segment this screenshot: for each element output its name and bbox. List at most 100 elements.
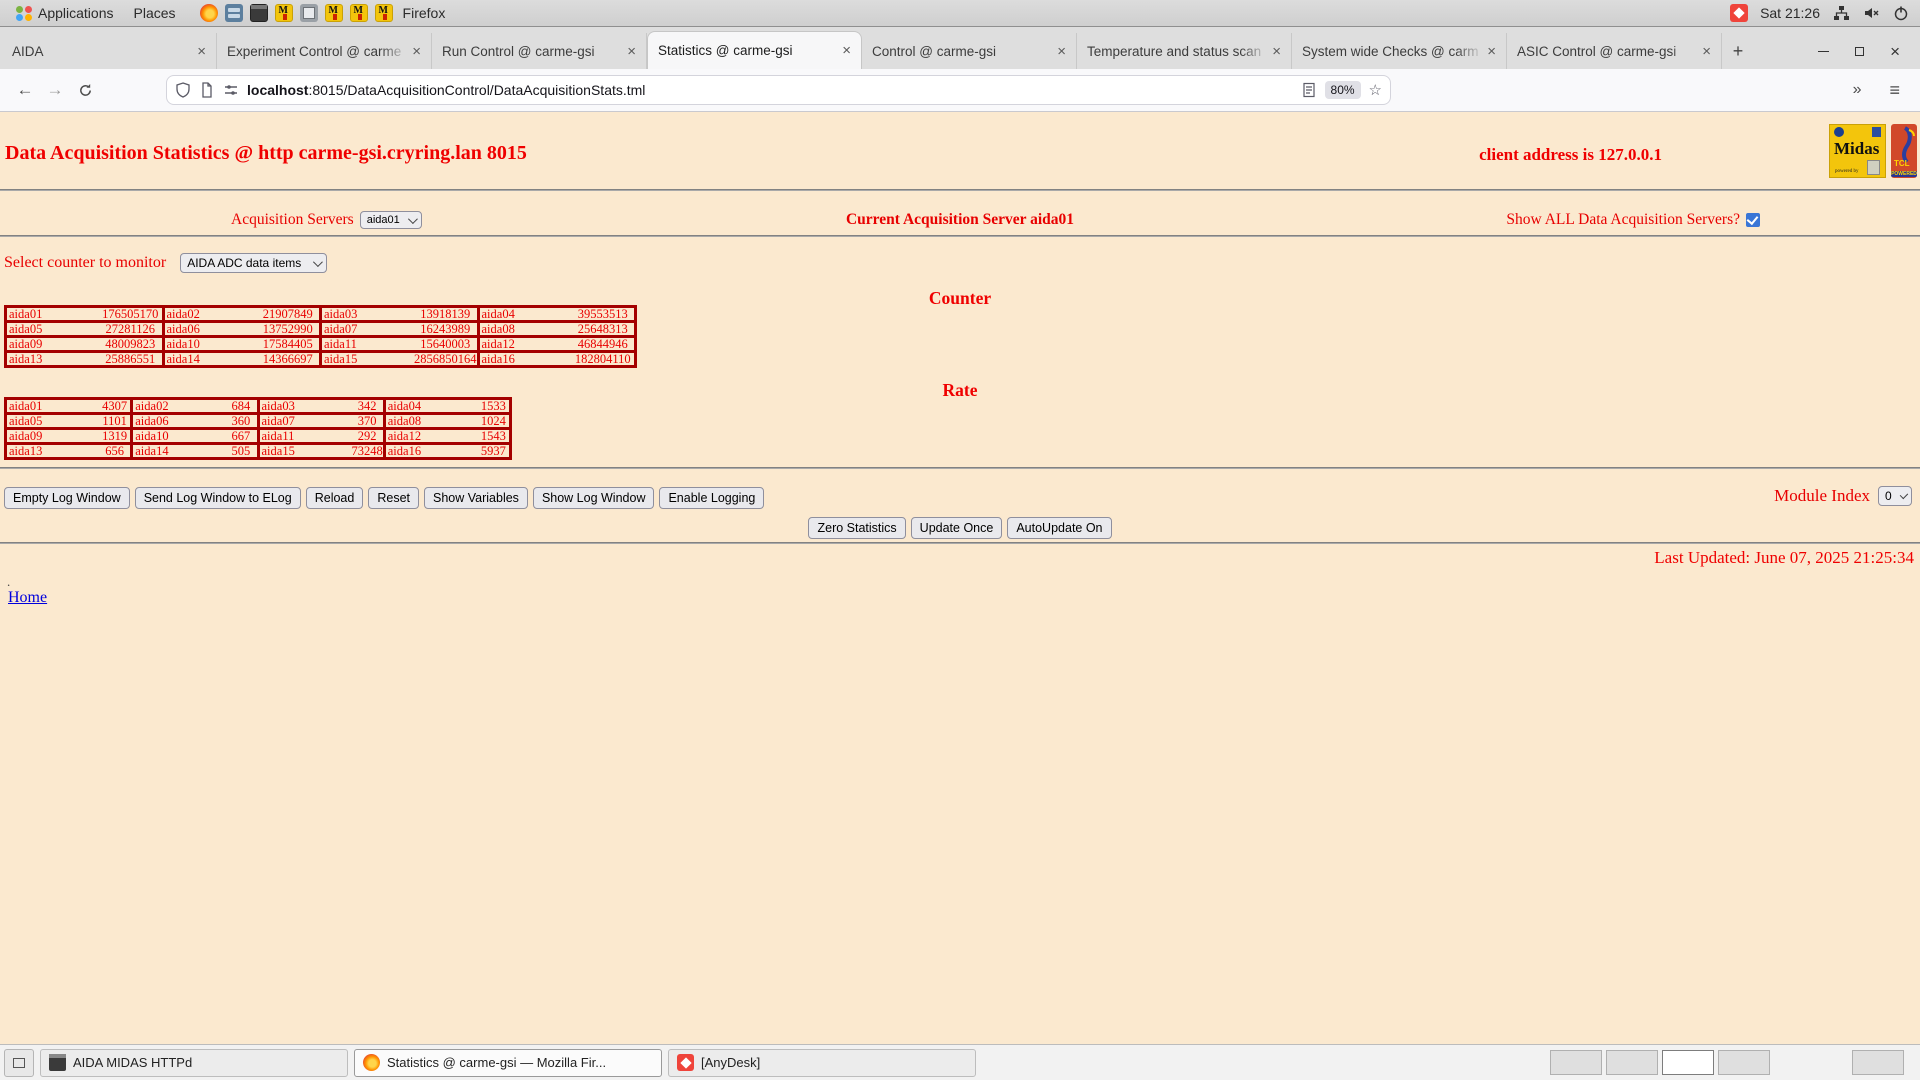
url-path: :8015/DataAcquisitionControl/DataAcquisi…	[308, 82, 646, 98]
workspace-cell-active[interactable]	[1662, 1050, 1714, 1075]
reload-page-button[interactable]: Reload	[305, 487, 364, 509]
close-icon[interactable]: ×	[1272, 43, 1281, 60]
acquisition-servers-row: Current Acquisition Server aida01 Acquis…	[0, 208, 1920, 234]
show-all-checkbox[interactable]	[1746, 213, 1760, 227]
browser-tab-bar: AIDA × Experiment Control @ carme × Run …	[0, 27, 1920, 69]
midas-badge-icon	[1867, 160, 1880, 175]
reset-button[interactable]: Reset	[368, 487, 419, 509]
workspace-cell[interactable]	[1606, 1050, 1658, 1075]
empty-log-window-button[interactable]: Empty Log Window	[4, 487, 130, 509]
launcher-icons	[199, 4, 393, 22]
places-menu[interactable]: Places	[124, 0, 186, 26]
back-button[interactable]: ←	[10, 75, 40, 105]
volume-muted-icon[interactable]	[1862, 4, 1880, 22]
chevron-down-icon	[1899, 490, 1909, 499]
network-icon[interactable]	[1832, 4, 1850, 22]
select-counter-label: Select counter to monitor	[4, 254, 167, 271]
zoom-level-badge[interactable]: 80%	[1324, 81, 1361, 99]
close-icon[interactable]: ×	[1487, 43, 1496, 60]
divider	[0, 189, 1920, 191]
close-icon[interactable]: ×	[1057, 43, 1066, 60]
update-buttons-row: Zero Statistics Update Once AutoUpdate O…	[0, 517, 1920, 539]
reader-mode-icon[interactable]	[1301, 82, 1317, 98]
enable-logging-button[interactable]: Enable Logging	[659, 487, 765, 509]
window-minimize-button[interactable]	[1818, 50, 1830, 52]
permissions-icon[interactable]	[223, 82, 239, 98]
midas-icon[interactable]	[349, 4, 368, 22]
send-log-to-elog-button[interactable]: Send Log Window to ELog	[134, 487, 301, 509]
select-counter-row: Select counter to monitor AIDA ADC data …	[4, 253, 328, 273]
desktop-top-bar: Applications Places Firefox Sat 21:26	[0, 0, 1920, 27]
dot-text: .	[7, 574, 11, 589]
window-maximize-button[interactable]	[1855, 46, 1865, 56]
tab-system-checks[interactable]: System wide Checks @ carm ×	[1292, 33, 1507, 69]
terminal-icon[interactable]	[249, 4, 268, 22]
tab-aida[interactable]: AIDA ×	[2, 33, 217, 69]
workspace-cell[interactable]	[1550, 1050, 1602, 1075]
close-icon[interactable]: ×	[1702, 43, 1711, 60]
page-info-icon[interactable]	[199, 82, 215, 98]
tab-experiment-control[interactable]: Experiment Control @ carme ×	[217, 33, 432, 69]
url-host: localhost	[247, 82, 309, 98]
autoupdate-on-button[interactable]: AutoUpdate On	[1007, 517, 1112, 539]
url-text[interactable]: localhost:8015/DataAcquisitionControl/Da…	[247, 82, 1293, 98]
tab-asic-control[interactable]: ASIC Control @ carme-gsi ×	[1507, 33, 1722, 69]
midas-icon[interactable]	[324, 4, 343, 22]
table-row: aida09 1319 aida10 667 aida11 292 aida12 154…	[3, 427, 513, 445]
bookmark-star-icon[interactable]: ☆	[1369, 81, 1382, 99]
close-icon[interactable]: ×	[842, 42, 851, 59]
client-address: client address is 127.0.0.1	[1479, 145, 1662, 164]
terminal-icon	[49, 1054, 66, 1071]
close-icon[interactable]: ×	[627, 43, 636, 60]
anydesk-icon[interactable]	[1730, 4, 1749, 22]
show-log-window-button[interactable]: Show Log Window	[532, 487, 655, 509]
taskbar-item-firefox[interactable]: Statistics @ carme-gsi — Mozilla Fir...	[354, 1048, 662, 1077]
divider	[0, 235, 1920, 237]
show-all-label: Show ALL Data Acquisition Servers?	[1506, 211, 1740, 228]
tab-statistics[interactable]: Statistics @ carme-gsi ×	[647, 31, 862, 69]
workspace-cell[interactable]	[1852, 1050, 1904, 1075]
applications-menu[interactable]: Applications	[6, 0, 124, 26]
forward-button[interactable]: →	[40, 75, 70, 105]
taskbar: AIDA MIDAS HTTPd Statistics @ carme-gsi …	[0, 1044, 1920, 1080]
overflow-menu-icon[interactable]: »	[1853, 81, 1862, 99]
tab-run-control[interactable]: Run Control @ carme-gsi ×	[432, 33, 647, 69]
show-variables-button[interactable]: Show Variables	[424, 487, 528, 509]
acquisition-server-select[interactable]: aida01	[359, 211, 422, 229]
new-tab-button[interactable]: +	[1722, 33, 1754, 69]
zero-statistics-button[interactable]: Zero Statistics	[808, 517, 906, 539]
tcl-powered-logo[interactable]: TCL POWERED	[1891, 124, 1917, 178]
update-once-button[interactable]: Update Once	[910, 517, 1003, 539]
page-content: Data Acquisition Statistics @ http carme…	[0, 112, 1920, 1044]
tab-temperature-status[interactable]: Temperature and status scan ×	[1077, 33, 1292, 69]
workspace-cell[interactable]	[1718, 1050, 1770, 1075]
taskbar-item-midas-httpd[interactable]: AIDA MIDAS HTTPd	[40, 1048, 348, 1077]
screenshot-icon[interactable]	[299, 4, 318, 22]
firefox-icon[interactable]	[199, 4, 218, 22]
active-app-menu[interactable]: Firefox	[393, 0, 456, 26]
url-bar[interactable]: localhost:8015/DataAcquisitionControl/Da…	[166, 75, 1391, 105]
shield-icon[interactable]	[175, 82, 191, 98]
counter-select[interactable]: AIDA ADC data items	[180, 253, 328, 273]
browser-nav-bar: ← → localhost:8015/DataAcquisitionContro…	[0, 69, 1920, 112]
taskbar-item-anydesk[interactable]: [AnyDesk]	[668, 1048, 976, 1077]
window-close-button[interactable]: ×	[1890, 43, 1900, 60]
module-index-select[interactable]: 0	[1878, 486, 1912, 506]
files-icon[interactable]	[224, 4, 243, 22]
home-link[interactable]: Home	[8, 589, 47, 607]
midas-icon[interactable]	[274, 4, 293, 22]
hamburger-menu-icon[interactable]: ≡	[1889, 80, 1900, 101]
close-icon[interactable]: ×	[412, 43, 421, 60]
page-title: Data Acquisition Statistics @ http carme…	[5, 142, 527, 164]
reload-button[interactable]	[70, 75, 100, 105]
anydesk-icon	[677, 1054, 694, 1071]
midas-logo[interactable]: Midas powered by	[1829, 124, 1886, 178]
power-icon[interactable]	[1892, 4, 1910, 22]
table-row: aida09 48009823 aida10 17584405 aida11 1564…	[4, 335, 637, 353]
clock[interactable]: Sat 21:26	[1760, 5, 1820, 21]
tab-control[interactable]: Control @ carme-gsi ×	[862, 33, 1077, 69]
midas-icon[interactable]	[374, 4, 393, 22]
logos: Midas powered by TCL POWERED	[1829, 124, 1917, 178]
show-desktop-button[interactable]	[4, 1048, 34, 1077]
close-icon[interactable]: ×	[197, 43, 206, 60]
